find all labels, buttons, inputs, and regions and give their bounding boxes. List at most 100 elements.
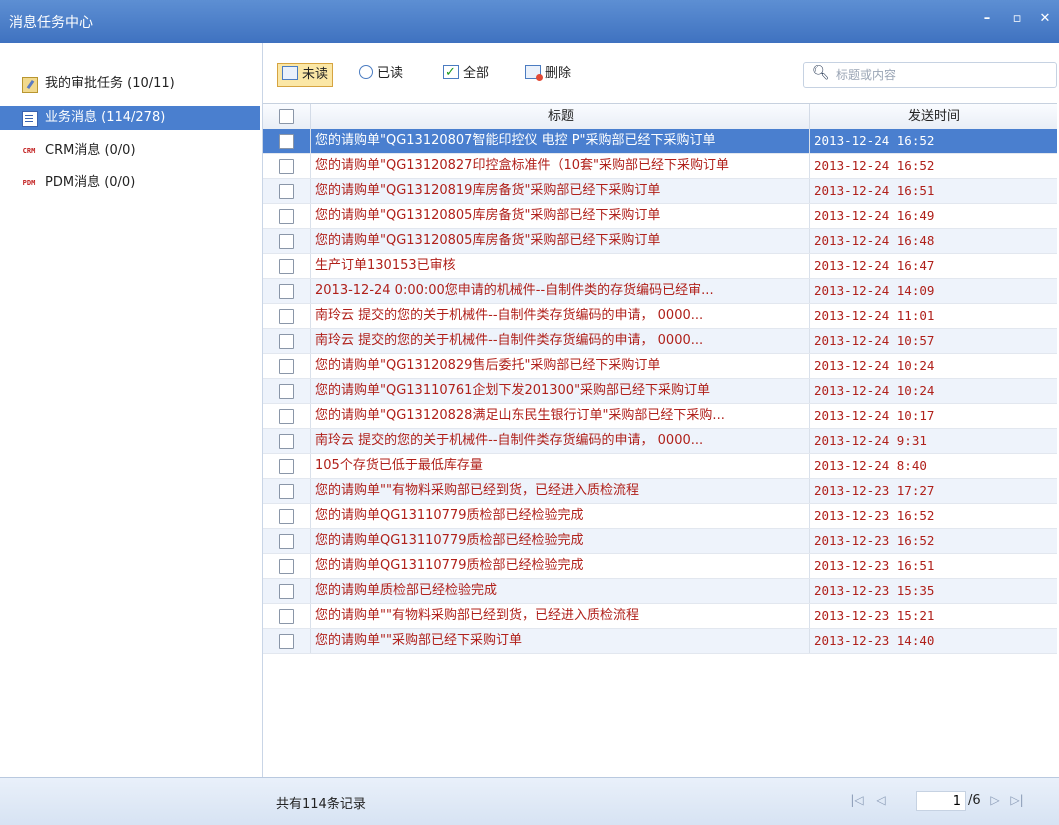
row-checkbox[interactable] (279, 159, 294, 174)
next-page-icon[interactable]: ▷ (988, 793, 1002, 807)
row-title[interactable]: 南玲云 提交的您的关于机械件--自制件类存货编码的申请， 0000... (310, 429, 805, 453)
row-checkbox[interactable] (279, 209, 294, 224)
table-row[interactable]: 您的请购单""采购部已经下采购订单 2013-12-23 14:40 (263, 629, 1057, 654)
row-title[interactable]: 您的请购单"QG13120805库房备货"采购部已经下采购订单 (310, 229, 805, 253)
row-checkbox[interactable] (279, 309, 294, 324)
row-checkbox[interactable] (279, 534, 294, 549)
row-checkbox[interactable] (279, 509, 294, 524)
table-row[interactable]: 南玲云 提交的您的关于机械件--自制件类存货编码的申请， 0000... 2013… (263, 329, 1057, 354)
sidebar-item-approval-tasks[interactable]: 我的审批任务 (10/11) (0, 72, 260, 96)
all-button[interactable]: 全部 (443, 62, 490, 85)
sidebar-item-pdm-messages[interactable]: PDM PDM消息 (0/0) (0, 171, 260, 195)
first-page-icon[interactable]: |◁ (850, 793, 864, 807)
page-input[interactable] (916, 791, 966, 811)
row-title[interactable]: 您的请购单"QG13120807智能印控仪 电控 P"采购部已经下采购订单 (310, 129, 805, 153)
row-checkbox[interactable] (279, 234, 294, 249)
row-title[interactable]: 生产订单130153已审核 (310, 254, 805, 278)
row-title[interactable]: 您的请购单"QG13120827印控盒标准件（10套"采购部已经下采购订单 (310, 154, 805, 178)
last-page-icon[interactable]: ▷| (1010, 793, 1024, 807)
row-title[interactable]: 南玲云 提交的您的关于机械件--自制件类存货编码的申请， 0000... (310, 329, 805, 353)
column-header-title[interactable]: 标题 (310, 104, 811, 129)
row-checkbox[interactable] (279, 484, 294, 499)
table-row[interactable]: 您的请购单"QG13120805库房备货"采购部已经下采购订单 2013-12-2… (263, 229, 1057, 254)
table-row[interactable]: 您的请购单"QG13120828满足山东民生银行订单"采购部已经下采购... 20… (263, 404, 1057, 429)
row-title[interactable]: 您的请购单QG13110779质检部已经检验完成 (310, 554, 805, 578)
prev-page-icon[interactable]: ◁ (874, 793, 888, 807)
table-row[interactable]: 南玲云 提交的您的关于机械件--自制件类存货编码的申请， 0000... 2013… (263, 304, 1057, 329)
table-row[interactable]: 您的请购单QG13110779质检部已经检验完成 2013-12-23 16:52 (263, 504, 1057, 529)
row-title[interactable]: 您的请购单""有物料采购部已经到货，已经进入质检流程 (310, 604, 805, 628)
table-row[interactable]: 您的请购单"QG13120829售后委托"采购部已经下采购订单 2013-12-2… (263, 354, 1057, 379)
table-row[interactable]: 您的请购单"QG13110761企划下发201300"采购部已经下采购订单 201… (263, 379, 1057, 404)
close-icon[interactable]: ✕ (1036, 10, 1054, 28)
table-row[interactable]: 您的请购单""有物料采购部已经到货，已经进入质检流程 2013-12-23 17:… (263, 479, 1057, 504)
table-row[interactable]: 您的请购单"QG13120827印控盒标准件（10套"采购部已经下采购订单 201… (263, 154, 1057, 179)
sidebar-item-label: 我的审批任务 (10/11) (45, 76, 175, 91)
search-icon[interactable]: 🔍︎ (812, 65, 830, 81)
table-row[interactable]: 105个存货已低于最低库存量 2013-12-24 8:40 (263, 454, 1057, 479)
table-row[interactable]: 南玲云 提交的您的关于机械件--自制件类存货编码的申请， 0000... 2013… (263, 429, 1057, 454)
table-row[interactable]: 您的请购单QG13110779质检部已经检验完成 2013-12-23 16:52 (263, 529, 1057, 554)
sidebar-item-label: CRM消息 (0/0) (45, 143, 136, 158)
row-checkbox[interactable] (279, 634, 294, 649)
row-checkbox[interactable] (279, 284, 294, 299)
row-send-time: 2013-12-24 16:48 (809, 229, 1054, 253)
table-row[interactable]: 生产订单130153已审核 2013-12-24 16:47 (263, 254, 1057, 279)
table-row[interactable]: 您的请购单""有物料采购部已经到货，已经进入质检流程 2013-12-23 15:… (263, 604, 1057, 629)
row-send-time: 2013-12-24 16:52 (809, 129, 1054, 153)
row-send-time: 2013-12-23 16:52 (809, 529, 1054, 553)
all-label: 全部 (463, 66, 490, 81)
row-title[interactable]: 您的请购单QG13110779质检部已经检验完成 (310, 504, 805, 528)
row-checkbox[interactable] (279, 434, 294, 449)
minimize-icon[interactable]: – (978, 10, 996, 28)
row-send-time: 2013-12-23 15:35 (809, 579, 1054, 603)
checkbox-icon (443, 62, 459, 84)
row-checkbox[interactable] (279, 609, 294, 624)
row-checkbox[interactable] (279, 459, 294, 474)
table-row[interactable]: 您的请购单质检部已经检验完成 2013-12-23 15:35 (263, 579, 1057, 604)
row-title[interactable]: 您的请购单"QG13120819库房备货"采购部已经下采购订单 (310, 179, 805, 203)
search-input[interactable] (834, 65, 1048, 85)
row-send-time: 2013-12-23 16:51 (809, 554, 1054, 578)
sidebar-item-business-messages[interactable]: 业务消息 (114/278) (0, 106, 260, 130)
row-checkbox[interactable] (279, 584, 294, 599)
row-send-time: 2013-12-24 16:47 (809, 254, 1054, 278)
row-title[interactable]: 您的请购单"QG13110761企划下发201300"采购部已经下采购订单 (310, 379, 805, 403)
row-checkbox[interactable] (279, 334, 294, 349)
row-checkbox[interactable] (279, 359, 294, 374)
sidebar-item-label: PDM消息 (0/0) (45, 175, 136, 190)
row-title[interactable]: 您的请购单QG13110779质检部已经检验完成 (310, 529, 805, 553)
title-bar: 消息任务中心 – ▫ ✕ (0, 0, 1059, 43)
table-row[interactable]: 您的请购单QG13110779质检部已经检验完成 2013-12-23 16:51 (263, 554, 1057, 579)
row-title[interactable]: 2013-12-24 0:00:00您申请的机械件--自制件类的存货编码已经审.… (310, 279, 805, 303)
row-title[interactable]: 105个存货已低于最低库存量 (310, 454, 805, 478)
sidebar-item-crm-messages[interactable]: CRM CRM消息 (0/0) (0, 139, 260, 163)
row-checkbox[interactable] (279, 134, 294, 149)
row-checkbox[interactable] (279, 184, 294, 199)
read-button[interactable]: 已读 (359, 63, 403, 85)
mail-icon (282, 66, 298, 80)
row-checkbox[interactable] (279, 384, 294, 399)
delete-button[interactable]: 删除 (525, 63, 571, 85)
row-title[interactable]: 您的请购单"QG13120829售后委托"采购部已经下采购订单 (310, 354, 805, 378)
row-title[interactable]: 您的请购单""采购部已经下采购订单 (310, 629, 805, 653)
column-header-time[interactable]: 发送时间 (809, 104, 1058, 129)
select-all-checkbox[interactable] (279, 109, 294, 124)
row-title[interactable]: 您的请购单""有物料采购部已经到货，已经进入质检流程 (310, 479, 805, 503)
row-title[interactable]: 您的请购单质检部已经检验完成 (310, 579, 805, 603)
row-title[interactable]: 您的请购单"QG13120828满足山东民生银行订单"采购部已经下采购... (310, 404, 805, 428)
table-row[interactable]: 您的请购单"QG13120807智能印控仪 电控 P"采购部已经下采购订单 201… (263, 129, 1057, 154)
row-checkbox[interactable] (279, 259, 294, 274)
row-checkbox[interactable] (279, 559, 294, 574)
table-row[interactable]: 2013-12-24 0:00:00您申请的机械件--自制件类的存货编码已经审.… (263, 279, 1057, 304)
row-title[interactable]: 您的请购单"QG13120805库房备货"采购部已经下采购订单 (310, 204, 805, 228)
row-send-time: 2013-12-24 16:51 (809, 179, 1054, 203)
row-checkbox[interactable] (279, 409, 294, 424)
table-row[interactable]: 您的请购单"QG13120819库房备货"采购部已经下采购订单 2013-12-2… (263, 179, 1057, 204)
maximize-icon[interactable]: ▫ (1008, 10, 1026, 28)
sidebar: 我的审批任务 (10/11) 业务消息 (114/278) CRM CRM消息 … (0, 43, 263, 777)
row-title[interactable]: 南玲云 提交的您的关于机械件--自制件类存货编码的申请， 0000... (310, 304, 805, 328)
page-total: /6 (968, 793, 981, 808)
unread-button[interactable]: 未读 (277, 63, 334, 87)
table-row[interactable]: 您的请购单"QG13120805库房备货"采购部已经下采购订单 2013-12-2… (263, 204, 1057, 229)
